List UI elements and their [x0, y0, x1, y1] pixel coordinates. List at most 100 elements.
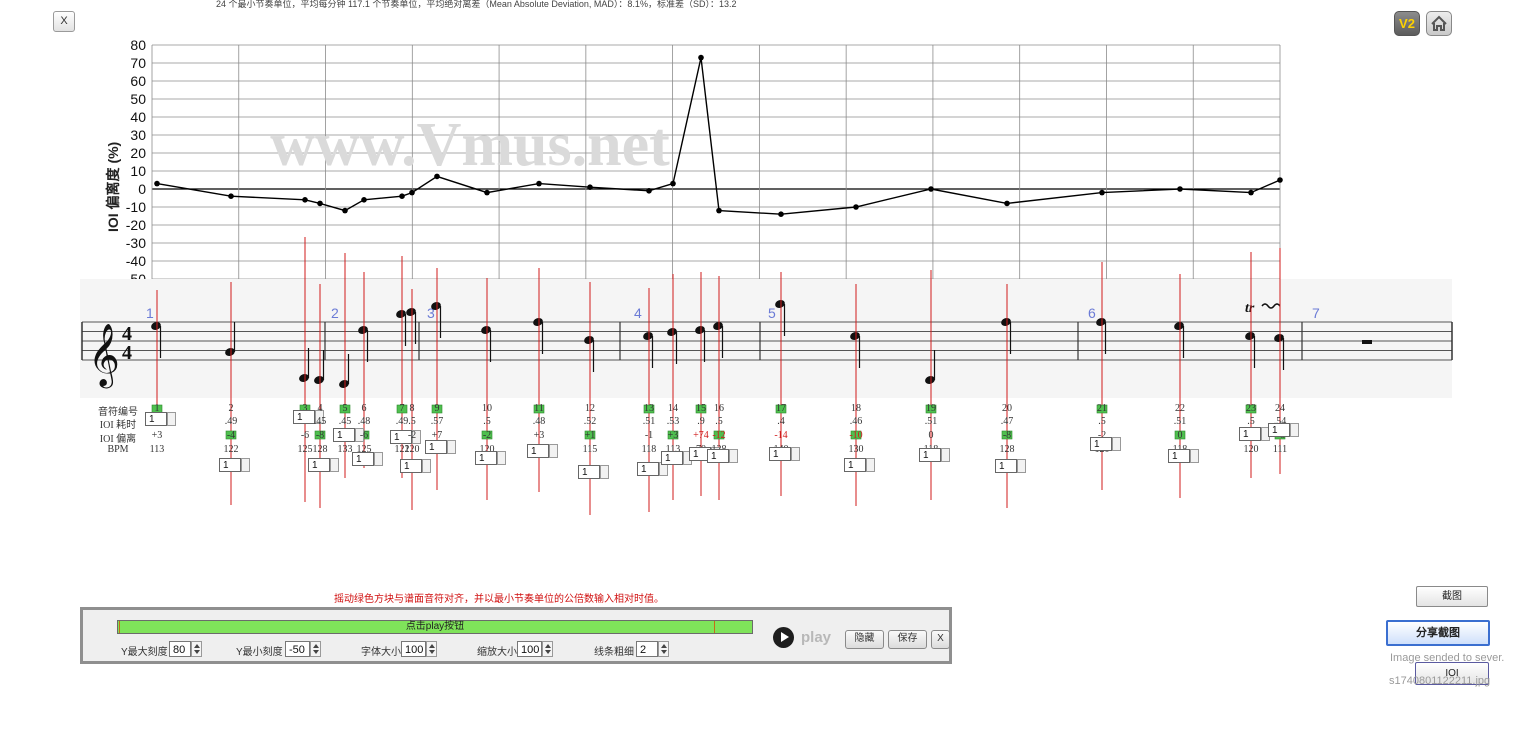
zoom-stepper[interactable] [542, 641, 553, 657]
ratio-input[interactable]: 1 [475, 451, 497, 465]
progress-label: 点击play按钮 [405, 621, 465, 632]
ratio-input[interactable]: 1 [145, 412, 167, 426]
ratio-stepper[interactable] [791, 447, 800, 461]
play-button[interactable]: play [773, 627, 831, 648]
ratio-stepper[interactable] [167, 412, 176, 426]
ratio-stepper[interactable] [600, 465, 609, 479]
save-button[interactable]: 保存 [888, 630, 927, 649]
ioi-value: .48 [532, 416, 546, 427]
ratio-stepper[interactable] [422, 459, 431, 473]
ratio-input[interactable]: 1 [844, 458, 866, 472]
ratio-input[interactable]: 1 [1239, 427, 1261, 441]
row-label-ioi: IOI 耗时 [99, 420, 137, 431]
deviation-value: -10 [849, 430, 863, 441]
ratio-input[interactable]: 1 [219, 458, 241, 472]
data-point [536, 180, 542, 187]
ratio-stepper[interactable] [729, 449, 738, 463]
ratio-input[interactable]: 1 [308, 458, 330, 472]
control-panel: 点击play按钮 play 隐藏 保存 X Y最大刻度 80 Y最小刻度 -50… [80, 607, 952, 664]
deviation-value: -4 [226, 430, 236, 441]
play-icon [773, 627, 794, 648]
ioi-value: .5 [483, 416, 491, 427]
line-width-stepper[interactable] [658, 641, 669, 657]
ratio-stepper[interactable] [1290, 423, 1299, 437]
share-screenshot-button[interactable]: 分享截图 [1386, 620, 1490, 646]
ratio-input[interactable]: 1 [661, 451, 683, 465]
ioi-value: .47 [1000, 416, 1014, 427]
ratio-input[interactable]: 1 [769, 447, 791, 461]
measure-number: 4 [634, 305, 642, 321]
data-point [434, 173, 440, 180]
ratio-input[interactable]: 1 [1268, 423, 1290, 437]
deviation-value: 0 [928, 430, 934, 441]
ioi-value: .5 [715, 416, 723, 427]
data-point [154, 180, 160, 187]
ioi-value: .46 [849, 416, 863, 427]
ratio-stepper[interactable] [1017, 459, 1026, 473]
y-tick-label: 70 [130, 55, 146, 71]
deviation-value: -8 [1002, 430, 1012, 441]
panel-close-button[interactable]: X [931, 630, 950, 649]
ioi-value: .57 [430, 416, 444, 427]
y-min-input[interactable]: -50 [285, 641, 310, 657]
ratio-input[interactable]: 1 [400, 459, 422, 473]
y-tick-label: 50 [130, 91, 146, 107]
font-size-input[interactable]: 100 [401, 641, 426, 657]
ratio-input[interactable]: 1 [995, 459, 1017, 473]
screenshot-button[interactable]: 截图 [1416, 586, 1488, 607]
bpm-value: 115 [582, 444, 598, 455]
ratio-stepper[interactable] [497, 451, 506, 465]
ratio-stepper[interactable] [330, 458, 339, 472]
y-tick-label: -40 [126, 253, 146, 269]
ratio-input[interactable]: 1 [919, 448, 941, 462]
data-point [928, 186, 934, 192]
ratio-stepper[interactable] [1190, 449, 1199, 463]
ratio-input[interactable]: 1 [707, 449, 729, 463]
ratio-stepper[interactable] [447, 440, 456, 454]
ratio-stepper[interactable] [1112, 437, 1121, 451]
y-min-stepper[interactable] [310, 641, 321, 657]
data-point [646, 188, 652, 194]
ratio-stepper[interactable] [941, 448, 950, 462]
ratio-input[interactable]: 1 [352, 452, 374, 466]
data-point [853, 204, 859, 210]
note-id: 17 [776, 403, 786, 414]
ioi-value: .49 [224, 416, 238, 427]
zoom-input[interactable]: 100 [517, 641, 542, 657]
line-width-label: 线条粗细 [594, 647, 634, 658]
data-point [399, 193, 405, 199]
y-tick-label: -20 [126, 217, 146, 233]
line-width-input[interactable]: 2 [636, 641, 658, 657]
ratio-input[interactable]: 1 [637, 462, 659, 476]
bpm-value: 130 [848, 444, 864, 455]
data-point [228, 193, 234, 199]
y-tick-label: 30 [130, 127, 146, 143]
font-size-stepper[interactable] [426, 641, 437, 657]
y-max-stepper[interactable] [191, 641, 202, 657]
ratio-input[interactable]: 1 [1168, 449, 1190, 463]
row-label-bpm: BPM [107, 444, 129, 455]
hide-button[interactable]: 隐藏 [845, 630, 884, 649]
progress-bar[interactable]: 点击play按钮 [117, 620, 753, 634]
note-id: 12 [585, 403, 595, 414]
y-max-input[interactable]: 80 [169, 641, 191, 657]
data-point [587, 184, 593, 190]
note-id: 16 [714, 403, 724, 414]
ratio-input[interactable]: 1 [527, 444, 549, 458]
deviation-value: 0 [1177, 430, 1183, 441]
ratio-stepper[interactable] [549, 444, 558, 458]
data-point [1004, 200, 1010, 207]
measure-number: 6 [1088, 305, 1096, 321]
y-max-label: Y最大刻度 [121, 647, 168, 658]
ratio-stepper[interactable] [241, 458, 250, 472]
ratio-input[interactable]: 1 [425, 440, 447, 454]
note-id: 20 [1002, 403, 1012, 414]
data-point [1099, 189, 1105, 196]
ioi-value: .52 [583, 416, 597, 427]
ratio-input[interactable]: 1 [1090, 437, 1112, 451]
y-min-label: Y最小刻度 [236, 647, 283, 658]
ratio-input[interactable]: 1 [578, 465, 600, 479]
deviation-value: +1 [584, 430, 596, 441]
data-point [1277, 177, 1283, 183]
ratio-stepper[interactable] [866, 458, 875, 472]
